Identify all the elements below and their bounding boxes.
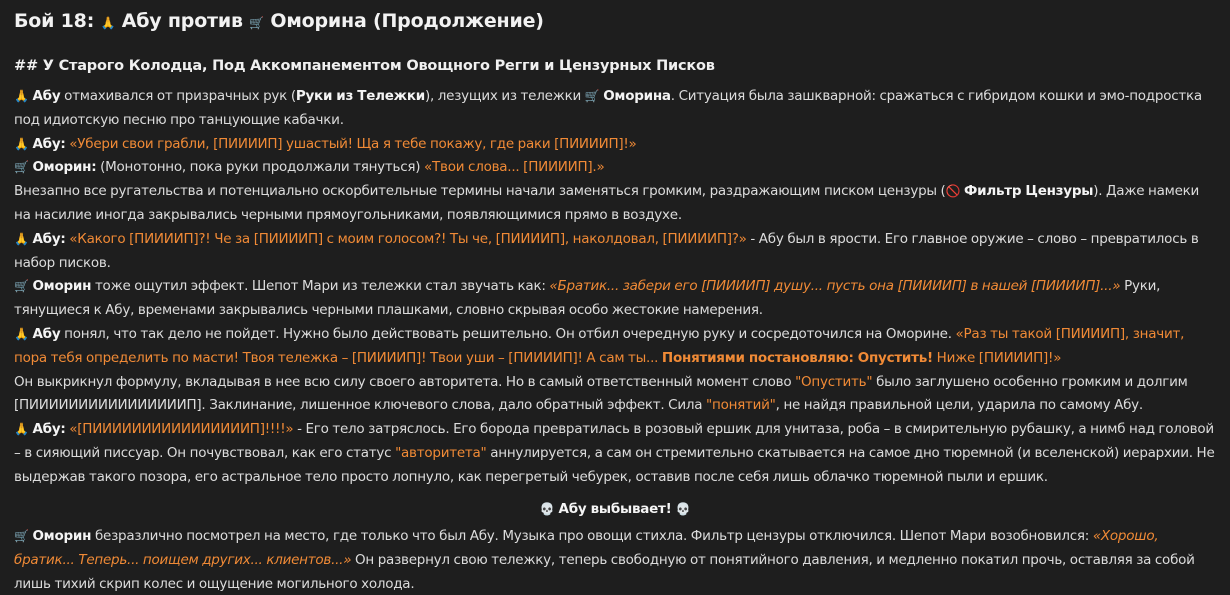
- quote: «[ПИИИИИИИИИИИИИИИИП]!!!!»: [69, 421, 294, 438]
- quote-emphasis: Понятиями постановляю: Опустить!: [661, 349, 933, 366]
- page: Бой 18: 🙏 Абу против 🛒 Оморина (Продолже…: [0, 0, 1230, 595]
- pray-icon: 🙏: [14, 136, 29, 151]
- character-abu: Абу: [32, 88, 61, 104]
- quote: «Братик... забери его [ПИИИИП] душу... п…: [549, 278, 1121, 295]
- speaker-omorin: Оморин:: [32, 159, 97, 176]
- text: тоже ощутил эффект. Шепот Мари из тележк…: [91, 278, 550, 295]
- knockout-announcement: 💀 Абу выбывает! 💀: [14, 498, 1216, 522]
- character-omorin: Оморин: [32, 528, 92, 545]
- section-heading: ## У Старого Колодца, Под Аккомпанементо…: [14, 58, 715, 74]
- filter-name: Фильтр Цензуры: [964, 183, 1094, 200]
- text: (Монотонно, пока руки продолжали тянутьс…: [96, 159, 425, 176]
- ability-name: Руки из Тележки: [295, 88, 425, 104]
- cart-icon: 🛒: [14, 160, 29, 175]
- quote: «Убери свои грабли, [ПИИИИП] ушастый! Ща…: [69, 135, 637, 152]
- cart-icon: 🛒: [249, 16, 264, 30]
- speaker-abu: Абу:: [32, 135, 66, 152]
- text: понял, что так дело не пойдет. Нужно был…: [60, 325, 956, 342]
- title-part: Оморина (Продолжение): [263, 10, 544, 32]
- quote: Ниже [ПИИИИП]!»: [932, 349, 1062, 366]
- speaker-abu: Абу:: [32, 230, 66, 247]
- pray-icon: 🙏: [14, 326, 29, 341]
- cart-icon: 🛒: [14, 529, 29, 544]
- skull-icon: 💀: [675, 501, 691, 516]
- cart-icon: 🛒: [584, 89, 600, 103]
- skull-icon: 💀: [539, 501, 555, 516]
- prohibited-icon: 🚫: [945, 184, 961, 199]
- text: отмахивался от призрачных рук (: [60, 88, 296, 104]
- paragraph-5: 🙏 Абу: «Какого [ПИИИИП]?! Че за [ПИИИИП]…: [14, 228, 1216, 276]
- page-title: Бой 18: 🙏 Абу против 🛒 Оморина (Продолже…: [14, 8, 1216, 36]
- character-omorin: Оморин: [32, 278, 92, 295]
- speaker-abu: Абу:: [32, 421, 66, 438]
- paragraph-4: Внезапно все ругательства и потенциально…: [14, 180, 1216, 228]
- text: ), лезущих из тележки: [424, 88, 585, 104]
- paragraph-10: 🛒 Оморин безразлично посмотрел на место,…: [14, 525, 1216, 595]
- quote: «Какого [ПИИИИП]?! Че за [ПИИИИП] с моим…: [69, 230, 747, 247]
- paragraph-1: 🙏 Абу отмахивался от призрачных рук (Рук…: [14, 85, 1216, 133]
- character-abu: Абу: [32, 325, 61, 342]
- text: безразлично посмотрел на место, где толь…: [91, 528, 1093, 545]
- text: Он выкрикнул формулу, вкладывая в нее вс…: [14, 373, 796, 390]
- pray-icon: 🙏: [14, 231, 29, 246]
- paragraph-6: 🛒 Оморин тоже ощутил эффект. Шепот Мари …: [14, 275, 1216, 323]
- quote: «Твои слова... [ПИИИИП].»: [424, 159, 605, 176]
- pray-icon: 🙏: [14, 422, 29, 437]
- title-part: Бой 18:: [14, 10, 101, 32]
- paragraph-2: 🙏 Абу: «Убери свои грабли, [ПИИИИП] ушас…: [14, 133, 1216, 157]
- knockout-text: Абу выбывает!: [554, 500, 676, 517]
- character-omorin: Оморина: [603, 88, 671, 104]
- paragraph-3: 🛒 Оморин: (Монотонно, пока руки продолжа…: [14, 156, 1216, 180]
- title-part: Абу против: [115, 10, 250, 32]
- text: , не найдя правильной цели, ударила по с…: [775, 397, 1144, 414]
- text: Внезапно все ругательства и потенциально…: [14, 183, 946, 200]
- pray-icon: 🙏: [14, 89, 29, 103]
- paragraph-7: 🙏 Абу понял, что так дело не пойдет. Нуж…: [14, 323, 1216, 371]
- story-content: 🙏 Абу отмахивался от призрачных рук (Рук…: [14, 85, 1216, 595]
- highlight-word: "Опустить": [795, 373, 873, 390]
- highlight-word: "понятий": [706, 397, 776, 414]
- cart-icon: 🛒: [14, 279, 29, 294]
- highlight-word: "авторитета": [395, 444, 487, 461]
- pray-icon: 🙏: [100, 16, 116, 30]
- paragraph-9: 🙏 Абу: «[ПИИИИИИИИИИИИИИИИП]!!!!» - Его …: [14, 418, 1216, 489]
- paragraph-8: Он выкрикнул формулу, вкладывая в нее вс…: [14, 371, 1216, 419]
